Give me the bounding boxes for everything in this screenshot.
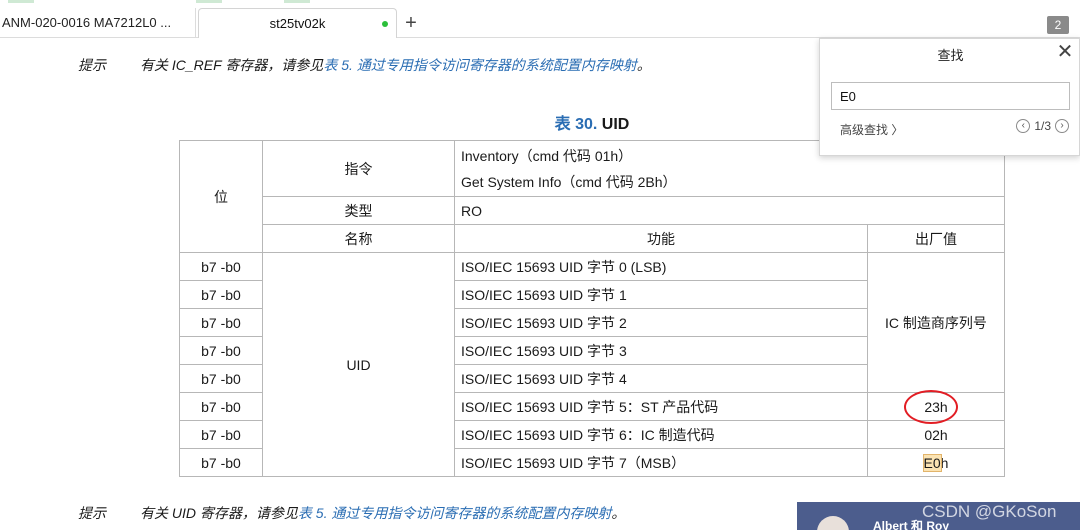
caption-number: 表 30. (554, 116, 598, 133)
next-match-icon[interactable]: › (1055, 119, 1069, 133)
note-ic-ref: 提示 有关 IC_REF 寄存器，请参见表 5. 通过专用指令访问寄存器的系统配置… (78, 55, 651, 75)
type-label: 类型 (262, 196, 455, 225)
note-link[interactable]: 表 5. 通过专用指令访问寄存器的系统配置内存映射 (323, 57, 636, 73)
function-cell: ISO/IEC 15693 UID 字节 3 (454, 336, 868, 365)
note-label: 提示 (78, 57, 106, 73)
bit-cell: b7 -b0 (179, 252, 263, 281)
unsaved-dot-icon (382, 21, 388, 27)
type-value: RO (454, 196, 1005, 225)
tab-accent (284, 0, 310, 3)
col-name-header: 名称 (262, 224, 455, 253)
function-cell: ISO/IEC 15693 UID 字节 6：IC 制造代码 (454, 420, 868, 449)
bit-cell: b7 -b0 (179, 448, 263, 477)
function-cell: ISO/IEC 15693 UID 字节 7（MSB） (454, 448, 868, 477)
tab-anm-document[interactable]: ANM-020-0016 MA7212L0 ... (0, 8, 196, 38)
find-panel: 查找 ✕ 高级查找 〉 ‹ 1/3 › (819, 38, 1080, 156)
new-tab-plus-icon[interactable]: + (402, 10, 420, 36)
find-title: 查找 (937, 48, 964, 63)
note-text: 有关 IC_REF 寄存器，请参见 (140, 57, 324, 73)
bit-cell: b7 -b0 (179, 336, 263, 365)
note-label: 提示 (78, 505, 106, 521)
search-match-highlight: E0 (922, 453, 942, 472)
avatar (817, 516, 849, 530)
function-cell: ISO/IEC 15693 UID 字节 2 (454, 308, 868, 337)
advanced-find-label: 高级查找 (840, 123, 889, 137)
factory-suffix: h (940, 454, 949, 471)
red-annotation-circle (904, 390, 958, 424)
match-navigation: ‹ 1/3 › (1016, 119, 1069, 133)
factory-group-cell: IC 制造商序列号 (867, 252, 1005, 393)
note-end: 。 (636, 57, 651, 73)
chevron-right-icon: 〉 (891, 123, 904, 137)
watermark: CSDN @GKoSon (922, 502, 1057, 521)
function-cell: ISO/IEC 15693 UID 字节 1 (454, 280, 868, 309)
function-cell: ISO/IEC 15693 UID 字节 5：ST 产品代码 (454, 392, 868, 421)
note-link[interactable]: 表 5. 通过专用指令访问寄存器的系统配置内存映射 (298, 505, 611, 521)
bit-cell: b7 -b0 (179, 364, 263, 393)
cmd-get-system-info: Get System Info（cmd 代码 2Bh） (461, 173, 677, 190)
bit-cell: b7 -b0 (179, 420, 263, 449)
previous-match-icon[interactable]: ‹ (1016, 119, 1031, 133)
bit-cell: b7 -b0 (179, 280, 263, 309)
find-input[interactable] (831, 82, 1070, 110)
factory-cell: E0h (867, 448, 1005, 477)
col-function-header: 功能 (454, 224, 868, 253)
table-row: b7 -b0 UID ISO/IEC 15693 UID 字节 0 (LSB) … (179, 252, 1005, 477)
name-cell: UID (262, 252, 455, 477)
note-uid: 提示 有关 UID 寄存器，请参见表 5. 通过专用指令访问寄存器的系统配置内存映… (78, 503, 625, 523)
col-factory-header: 出厂值 (867, 224, 1005, 253)
advanced-find-link[interactable]: 高级查找 〉 (840, 121, 903, 138)
note-end: 。 (611, 505, 626, 521)
function-cell: ISO/IEC 15693 UID 字节 0 (LSB) (454, 252, 868, 281)
note-text: 有关 UID 寄存器，请参见 (140, 505, 298, 521)
tab-accent (8, 0, 34, 3)
tab-st25tv02k[interactable]: st25tv02k (198, 8, 397, 38)
function-cell: ISO/IEC 15693 UID 字节 4 (454, 364, 868, 393)
close-icon[interactable]: ✕ (1055, 41, 1075, 63)
match-count: 1/3 (1034, 119, 1051, 133)
bit-cell: b7 -b0 (179, 392, 263, 421)
bit-cell: b7 -b0 (179, 308, 263, 337)
caption-name: UID (601, 116, 630, 133)
factory-cell: 02h (867, 420, 1005, 449)
tab-accent (196, 0, 222, 3)
cmd-label: 指令 (262, 140, 455, 197)
tab-bar: ANM-020-0016 MA7212L0 ... st25tv02k + 2 (0, 0, 1080, 38)
bit-header: 位 (179, 140, 263, 253)
table-caption: 表 30. UID (454, 110, 730, 134)
tab-label: st25tv02k (269, 16, 326, 31)
uid-table: 位 指令 Inventory（cmd 代码 01h） Get System In… (179, 140, 1005, 477)
tab-count-badge[interactable]: 2 (1047, 16, 1069, 34)
